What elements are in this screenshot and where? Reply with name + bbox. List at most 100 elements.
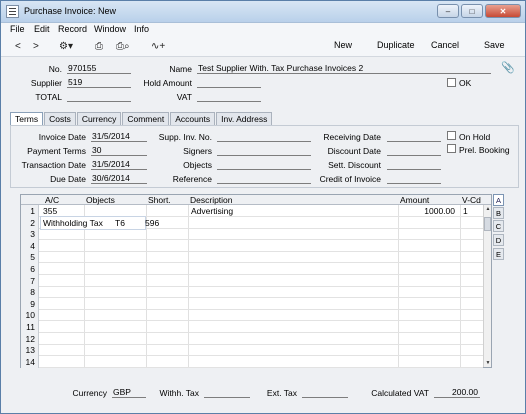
- table-row[interactable]: 7: [21, 274, 483, 287]
- supplier-field[interactable]: 519: [67, 77, 131, 88]
- tab-currency[interactable]: Currency: [76, 112, 122, 125]
- cell-vcd[interactable]: [461, 344, 481, 356]
- side-tab-c[interactable]: C: [493, 220, 504, 232]
- menu-record[interactable]: Record: [58, 24, 87, 34]
- side-tab-d[interactable]: D: [493, 234, 504, 246]
- payment-terms-field[interactable]: 30: [91, 145, 147, 156]
- cell-amount[interactable]: [399, 356, 459, 368]
- minimize-button[interactable]: –: [437, 4, 459, 18]
- cell-vcd[interactable]: [461, 263, 481, 275]
- no-field[interactable]: 970155: [67, 63, 131, 74]
- cell-vcd[interactable]: [461, 217, 481, 229]
- menu-file[interactable]: File: [10, 24, 25, 34]
- cell-vcd[interactable]: [461, 228, 481, 240]
- table-row[interactable]: 13: [21, 344, 483, 357]
- cell-amount[interactable]: [399, 333, 459, 345]
- table-row[interactable]: 3: [21, 228, 483, 241]
- cell-objects[interactable]: [85, 240, 145, 252]
- on-hold-checkbox[interactable]: [447, 131, 456, 140]
- cell-amount[interactable]: [399, 321, 459, 333]
- side-tab-b[interactable]: B: [493, 207, 504, 219]
- cell-amount[interactable]: [399, 217, 459, 229]
- rows-grid[interactable]: A/C Objects Short. Description Amount V-…: [20, 194, 492, 368]
- scroll-down-arrow-icon[interactable]: ▼: [484, 359, 492, 367]
- cell-ac[interactable]: [41, 356, 83, 368]
- previous-record-icon[interactable]: <: [15, 41, 21, 52]
- cell-vcd[interactable]: [461, 298, 481, 310]
- cell-short[interactable]: [147, 286, 187, 298]
- new-button[interactable]: New: [334, 40, 352, 50]
- tab-inv-address[interactable]: Inv. Address: [216, 112, 273, 125]
- hold-amount-field[interactable]: [197, 77, 261, 88]
- cell-objects[interactable]: [85, 275, 145, 287]
- cell-objects[interactable]: [85, 321, 145, 333]
- objects-field[interactable]: [217, 159, 311, 170]
- due-date-field[interactable]: 30/6/2014: [91, 173, 147, 184]
- table-row[interactable]: 2 Withholding Tax T6 596: [21, 215, 483, 230]
- cell-amount[interactable]: [399, 251, 459, 263]
- cell-ac[interactable]: [41, 240, 83, 252]
- next-record-icon[interactable]: >: [33, 41, 39, 52]
- table-row[interactable]: 4: [21, 239, 483, 252]
- cell-objects[interactable]: [85, 333, 145, 345]
- cell-description[interactable]: [189, 240, 397, 252]
- side-tab-a[interactable]: A: [493, 194, 504, 206]
- cell-description[interactable]: Advertising: [189, 205, 397, 217]
- cell-vcd[interactable]: [461, 286, 481, 298]
- cell-short[interactable]: [147, 321, 187, 333]
- cell-objects[interactable]: [85, 356, 145, 368]
- cell-vcd[interactable]: [461, 251, 481, 263]
- credit-of-invoice-field[interactable]: [387, 173, 441, 184]
- ok-checkbox[interactable]: [447, 78, 456, 87]
- cell-objects[interactable]: [85, 251, 145, 263]
- discount-date-field[interactable]: [387, 145, 441, 156]
- cell-ac[interactable]: [41, 275, 83, 287]
- attachment-icon[interactable]: 📎: [501, 61, 515, 74]
- scroll-thumb[interactable]: [484, 217, 491, 231]
- sett-discount-field[interactable]: [387, 159, 441, 170]
- cell-amount[interactable]: [399, 298, 459, 310]
- currency-field[interactable]: GBP: [112, 387, 146, 398]
- cell-amount[interactable]: [399, 240, 459, 252]
- table-row[interactable]: 11: [21, 321, 483, 333]
- print-icon[interactable]: ⎙: [95, 41, 103, 52]
- cell-vcd[interactable]: [461, 321, 481, 333]
- cell-ac[interactable]: [41, 251, 83, 263]
- cell-description[interactable]: [189, 344, 397, 356]
- cell-objects[interactable]: [85, 344, 145, 356]
- cell-short[interactable]: [147, 205, 187, 217]
- cell-objects[interactable]: [85, 263, 145, 275]
- cell-ac[interactable]: [41, 263, 83, 275]
- table-row[interactable]: 1 355 Advertising 1000.00 1: [21, 205, 483, 217]
- cell-ac[interactable]: 355: [41, 205, 83, 217]
- cell-objects[interactable]: [85, 228, 145, 240]
- cell-objects[interactable]: [85, 286, 145, 298]
- cell-ac[interactable]: [41, 333, 83, 345]
- menu-edit[interactable]: Edit: [34, 24, 50, 34]
- cell-description[interactable]: [189, 251, 397, 263]
- table-row[interactable]: 10: [21, 309, 483, 322]
- cell-vcd[interactable]: [461, 240, 481, 252]
- table-row[interactable]: 6: [21, 263, 483, 275]
- cell-ac[interactable]: [41, 309, 83, 321]
- cell-short[interactable]: [147, 263, 187, 275]
- cell-amount[interactable]: [399, 344, 459, 356]
- cell-short[interactable]: [147, 356, 187, 368]
- cell-short[interactable]: [147, 333, 187, 345]
- cell-short[interactable]: [147, 251, 187, 263]
- supp-inv-no-field[interactable]: [217, 131, 311, 142]
- table-row[interactable]: 9: [21, 297, 483, 310]
- operations-menu-icon[interactable]: ⚙▾: [59, 41, 73, 52]
- cell-description[interactable]: [189, 228, 397, 240]
- cell-amount[interactable]: [399, 228, 459, 240]
- signers-field[interactable]: [217, 145, 311, 156]
- cell-ac[interactable]: [41, 298, 83, 310]
- cell-vcd[interactable]: [461, 275, 481, 287]
- cell-description[interactable]: [189, 309, 397, 321]
- tab-costs[interactable]: Costs: [44, 112, 76, 125]
- cell-description[interactable]: [189, 333, 397, 345]
- scroll-up-arrow-icon[interactable]: ▲: [484, 205, 492, 213]
- table-row[interactable]: 8: [21, 286, 483, 299]
- grid-scrollbar[interactable]: ▲ ▼: [483, 205, 491, 367]
- cell-short[interactable]: [147, 344, 187, 356]
